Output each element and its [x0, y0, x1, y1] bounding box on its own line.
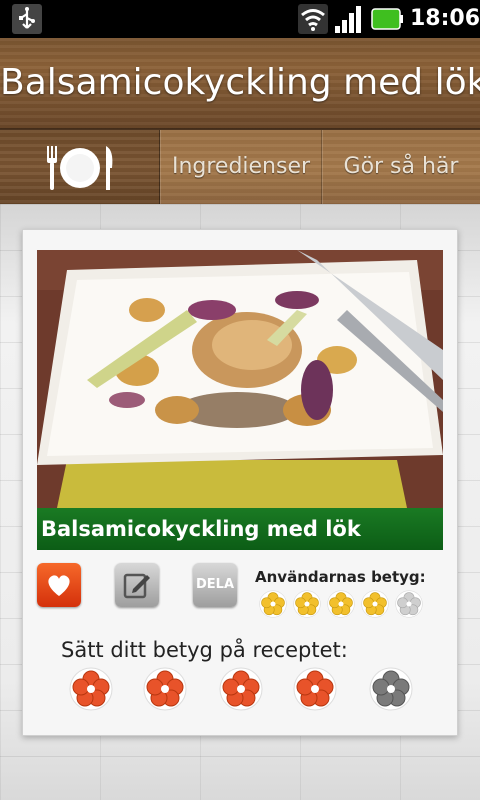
- users-rating-flower-icon: [361, 590, 389, 618]
- tab-ingredients[interactable]: Ingredienser: [160, 130, 322, 204]
- share-button[interactable]: DELA: [193, 563, 237, 607]
- favorite-button[interactable]: [37, 563, 81, 607]
- tab-instructions[interactable]: Gör så här: [322, 130, 480, 204]
- users-rating-flower-icon: [395, 590, 423, 618]
- recipe-card: Balsamicokyckling med lök DELA Användarn…: [22, 229, 458, 736]
- users-rating-label: Användarnas betyg:: [255, 568, 426, 586]
- rate-flower-button[interactable]: [369, 667, 413, 711]
- clock: 18:06: [410, 6, 480, 31]
- users-rating-flower-icon: [259, 590, 287, 618]
- tab-bar: Ingredienser Gör så här: [0, 130, 480, 204]
- plate-cutlery-icon: [47, 146, 113, 190]
- usb-icon: [12, 4, 42, 34]
- pencil-note-icon: [123, 573, 150, 599]
- users-rating-flower-icon: [327, 590, 355, 618]
- heart-icon: [48, 575, 70, 596]
- signal-icon: [335, 6, 361, 33]
- users-rating: [259, 590, 429, 620]
- note-button[interactable]: [115, 563, 159, 607]
- app-header: Balsamicokyckling med lök: [0, 38, 480, 130]
- rate-flower-button[interactable]: [219, 667, 263, 711]
- page-title: Balsamicokyckling med lök: [0, 62, 480, 103]
- wifi-icon: [298, 4, 328, 34]
- rate-flower-button[interactable]: [69, 667, 113, 711]
- rate-flower-button[interactable]: [143, 667, 187, 711]
- tab-overview[interactable]: [0, 130, 160, 204]
- status-bar: 18:06: [0, 0, 480, 38]
- battery-icon: [371, 8, 403, 30]
- recipe-photo: [37, 250, 443, 508]
- users-rating-flower-icon: [293, 590, 321, 618]
- rate-prompt: Sätt ditt betyg på receptet:: [61, 638, 348, 662]
- recipe-name: Balsamicokyckling med lök: [37, 508, 443, 550]
- rate-flower-button[interactable]: [293, 667, 337, 711]
